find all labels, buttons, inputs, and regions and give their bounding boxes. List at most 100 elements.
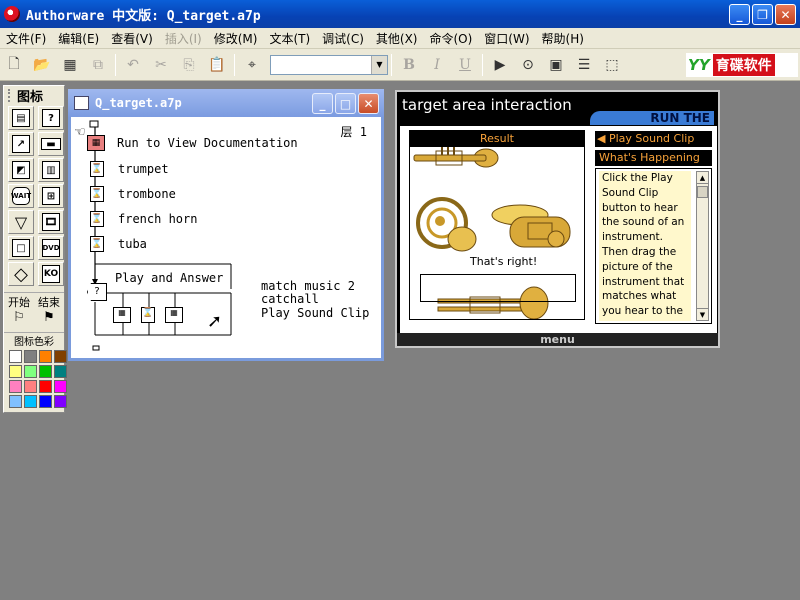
presentation-menu-button[interactable]: menu bbox=[397, 333, 718, 346]
motion-icon[interactable]: ↗ bbox=[8, 132, 34, 156]
menu-view[interactable]: 查看(V) bbox=[105, 30, 159, 47]
flow-close-button[interactable]: ✕ bbox=[358, 93, 379, 114]
explanation-scrollbar[interactable]: ▲ ▼ bbox=[696, 171, 709, 321]
menu-modify[interactable]: 修改(M) bbox=[208, 30, 264, 47]
minimize-button[interactable]: _ bbox=[729, 4, 750, 25]
flowline-window: Q_target.a7p _ □ ✕ 层 1 ☜ ▦ Run to View D… bbox=[68, 89, 384, 361]
color-swatch[interactable] bbox=[24, 395, 37, 408]
toolbar: 🗋 📂 ▦ ⧉ ↶ ✂ ⎘ 📋 ⌖ ▼ B I U ▶ ⊙ ▣ ☰ ⬚ YY 育… bbox=[0, 49, 800, 81]
trumpet-image[interactable] bbox=[413, 147, 499, 168]
menu-help[interactable]: 帮助(H) bbox=[536, 30, 590, 47]
control-panel-icon[interactable]: ⊙ bbox=[517, 54, 539, 76]
interaction-icon[interactable]: ? bbox=[87, 283, 107, 301]
menu-other[interactable]: 其他(X) bbox=[370, 30, 424, 47]
functions-icon[interactable]: ▣ bbox=[545, 54, 567, 76]
italic-button[interactable]: I bbox=[426, 54, 448, 76]
logo-text: 育碟软件 bbox=[712, 54, 775, 76]
color-swatch[interactable] bbox=[39, 350, 52, 363]
display-icon[interactable]: ▤ bbox=[8, 106, 34, 130]
flow-maximize-button[interactable]: □ bbox=[335, 93, 356, 114]
color-swatch[interactable] bbox=[9, 395, 22, 408]
wait-icon: ⌛ bbox=[90, 236, 104, 252]
underline-button[interactable]: U bbox=[454, 54, 476, 76]
response-label[interactable]: Play Sound Clip bbox=[261, 306, 369, 320]
color-swatch[interactable] bbox=[9, 365, 22, 378]
french-horn-image[interactable] bbox=[416, 197, 477, 252]
knowledge-objects-icon[interactable]: ⬚ bbox=[601, 54, 623, 76]
menu-debug[interactable]: 调试(C) bbox=[316, 30, 370, 47]
decision-icon[interactable]: ? bbox=[38, 106, 64, 130]
color-swatch[interactable] bbox=[9, 380, 22, 393]
run-icon[interactable]: ▶ bbox=[489, 54, 511, 76]
response-label[interactable]: match music 2 bbox=[261, 279, 355, 293]
run-example-button[interactable]: RUN THE EXAMPLE bbox=[590, 111, 714, 139]
close-button[interactable]: ✕ bbox=[775, 4, 796, 25]
calculation-icon[interactable]: ▥ bbox=[38, 158, 64, 182]
flow-minimize-button[interactable]: _ bbox=[312, 93, 333, 114]
response-wait-icon[interactable]: ⌛ bbox=[141, 307, 155, 323]
movie-icon[interactable]: 🎞 bbox=[38, 210, 64, 234]
color-swatch[interactable] bbox=[54, 350, 67, 363]
restore-button[interactable]: ❐ bbox=[752, 4, 773, 25]
color-swatch[interactable] bbox=[39, 395, 52, 408]
color-swatch[interactable] bbox=[24, 365, 37, 378]
knowledge-object-icon[interactable]: KO bbox=[38, 262, 64, 286]
framework-icon[interactable]: □ bbox=[8, 236, 34, 260]
color-swatch[interactable] bbox=[54, 380, 67, 393]
tuba-image[interactable] bbox=[491, 204, 571, 248]
start-flag-label: 开始 bbox=[8, 296, 30, 309]
icon-color-label: 图标色彩 bbox=[4, 332, 64, 348]
response-label[interactable]: catchall bbox=[261, 292, 319, 306]
undo-icon[interactable]: ↶ bbox=[122, 54, 144, 76]
response-calc-icon-2[interactable]: ▦ bbox=[165, 307, 183, 323]
scroll-up-icon[interactable]: ▲ bbox=[697, 172, 708, 184]
wait-icon[interactable]: WAIT bbox=[8, 184, 34, 208]
color-swatch[interactable] bbox=[54, 365, 67, 378]
import-icon[interactable]: ⧉ bbox=[87, 54, 109, 76]
flow-item-trombone[interactable]: ⌛ trombone bbox=[90, 186, 176, 202]
new-file-icon[interactable]: 🗋 bbox=[3, 54, 25, 76]
menu-text[interactable]: 文本(T) bbox=[263, 30, 316, 47]
interaction-label[interactable]: Play and Answer bbox=[115, 271, 223, 285]
color-swatch[interactable] bbox=[39, 380, 52, 393]
color-swatch[interactable] bbox=[24, 350, 37, 363]
play-sound-clip-button[interactable]: ◀ Play Sound Clip bbox=[595, 131, 712, 147]
response-calc-icon[interactable]: ▦ bbox=[113, 307, 131, 323]
color-swatch[interactable] bbox=[39, 365, 52, 378]
flow-item-run-docs[interactable]: ▦ Run to View Documentation bbox=[87, 135, 298, 151]
dvd-icon[interactable]: DVD bbox=[38, 236, 64, 260]
flow-item-tuba[interactable]: ⌛ tuba bbox=[90, 236, 147, 252]
flow-item-french-horn[interactable]: ⌛ french horn bbox=[90, 211, 197, 227]
save-all-icon[interactable]: ▦ bbox=[59, 54, 81, 76]
interaction-icon[interactable]: ▬ bbox=[38, 132, 64, 156]
bold-button[interactable]: B bbox=[398, 54, 420, 76]
menu-window[interactable]: 窗口(W) bbox=[478, 30, 535, 47]
color-swatch[interactable] bbox=[54, 395, 67, 408]
menu-insert[interactable]: 插入(I) bbox=[159, 30, 208, 47]
menu-edit[interactable]: 编辑(E) bbox=[52, 30, 105, 47]
menu-file[interactable]: 文件(F) bbox=[0, 30, 52, 47]
find-icon[interactable]: ⌖ bbox=[241, 54, 263, 76]
navigate-icon[interactable]: ▽ bbox=[8, 210, 34, 234]
menu-commands[interactable]: 命令(O) bbox=[423, 30, 478, 47]
cut-icon[interactable]: ✂ bbox=[150, 54, 172, 76]
wait-icon: ⌛ bbox=[90, 186, 104, 202]
paste-icon[interactable]: 📋 bbox=[206, 54, 228, 76]
scroll-thumb[interactable] bbox=[697, 186, 708, 198]
end-flag-icon[interactable]: ⚑ bbox=[43, 310, 55, 328]
erase-icon[interactable]: ◩ bbox=[8, 158, 34, 182]
copy-icon[interactable]: ⎘ bbox=[178, 54, 200, 76]
presentation-stage: Result That's right! ◀ Play Sound Clip W… bbox=[400, 126, 717, 333]
scroll-down-icon[interactable]: ▼ bbox=[697, 308, 708, 320]
font-combo[interactable]: ▼ bbox=[270, 54, 388, 75]
map-icon[interactable]: ⊞ bbox=[38, 184, 64, 208]
flow-item-trumpet[interactable]: ⌛ trumpet bbox=[90, 161, 169, 177]
color-swatch[interactable] bbox=[24, 380, 37, 393]
variables-icon[interactable]: ☰ bbox=[573, 54, 595, 76]
chevron-down-icon[interactable]: ▼ bbox=[371, 55, 387, 74]
decision-diamond-icon[interactable]: ◇ bbox=[8, 262, 34, 286]
color-swatch[interactable] bbox=[9, 350, 22, 363]
open-folder-icon[interactable]: 📂 bbox=[31, 54, 53, 76]
start-flag-icon[interactable]: ⚐ bbox=[13, 310, 25, 328]
grip-handle[interactable] bbox=[8, 88, 13, 102]
